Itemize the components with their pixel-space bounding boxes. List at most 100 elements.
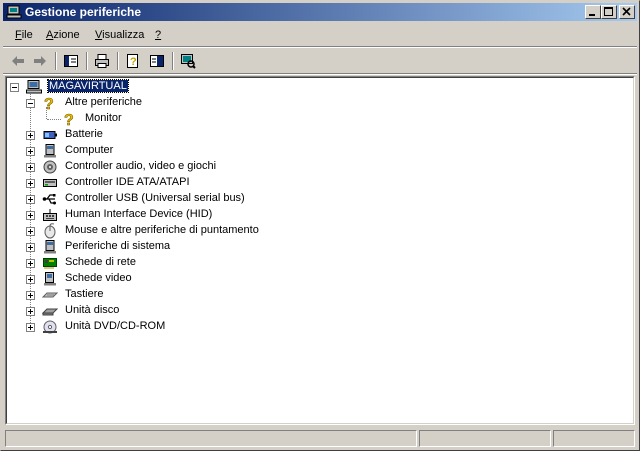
tree-device-label: Monitor [85, 112, 122, 124]
print-button[interactable] [91, 51, 113, 71]
maximize-button[interactable] [601, 5, 617, 19]
menu-file[interactable]: File [15, 29, 33, 41]
toolbar-separator [117, 52, 119, 70]
computer-icon [26, 79, 42, 95]
window-title: Gestione periferiche [25, 5, 142, 19]
maximize-icon [604, 7, 613, 16]
computer-icon [42, 143, 58, 159]
expand-icon[interactable] [26, 211, 35, 220]
cdrom-icon [42, 319, 58, 335]
tree-category-label: Altre periferiche [65, 96, 143, 108]
expand-icon[interactable] [26, 291, 35, 300]
tree-category-item[interactable]: Computer [26, 143, 386, 159]
battery-icon [42, 127, 58, 143]
speaker-icon [42, 159, 58, 175]
toolbar-separator [172, 52, 174, 70]
tree-category-item[interactable]: Unità disco [26, 303, 386, 319]
status-panel-2 [419, 430, 551, 447]
expand-icon[interactable] [26, 131, 35, 140]
tree-category-label: Controller IDE ATA/ATAPI [65, 176, 190, 188]
toolbar-divider [3, 73, 637, 75]
hid-icon [42, 207, 58, 223]
expand-icon[interactable] [26, 243, 35, 252]
show-hide-tree-icon [64, 55, 78, 67]
tree-category-item[interactable]: Human Interface Device (HID) [26, 207, 386, 223]
system-device-icon [42, 239, 58, 255]
back-arrow-icon [12, 56, 24, 66]
unknown-device-icon: ? [42, 95, 58, 114]
status-bar [3, 428, 637, 448]
scan-hardware-icon [181, 54, 196, 69]
properties-button[interactable]: ? [122, 51, 144, 71]
tree-device-monitor[interactable]: ? Monitor [58, 111, 258, 130]
menu-visualizza[interactable]: Visualizza [95, 29, 144, 41]
tree-category-item[interactable]: Schede video [26, 271, 386, 287]
minimize-button[interactable] [585, 5, 601, 19]
expand-icon[interactable] [26, 163, 35, 172]
menu-bar: File Azione Visualizza ? [3, 25, 637, 45]
tree-category-label: Tastiere [65, 288, 104, 300]
back-button[interactable] [7, 51, 29, 71]
ide-controller-icon [42, 175, 58, 191]
toolbar-separator [86, 52, 88, 70]
tree-category-label: Schede video [65, 272, 132, 284]
tree-category-item[interactable]: Batterie [26, 127, 386, 143]
mouse-icon [42, 223, 58, 239]
tree-category-item[interactable]: Schede di rete [26, 255, 386, 271]
expand-icon[interactable] [26, 227, 35, 236]
scan-hardware-button[interactable] [177, 51, 199, 71]
tree-category-altre-periferiche[interactable]: ? Altre periferiche [26, 95, 326, 114]
help-icon [150, 55, 164, 67]
svg-text:?: ? [44, 96, 54, 111]
device-tree[interactable]: MAGAVIRTUAL ? Altre periferiche ? Monito… [5, 76, 635, 425]
device-manager-icon [6, 4, 22, 20]
tree-category-item[interactable]: Tastiere [26, 287, 386, 303]
expand-icon[interactable] [26, 275, 35, 284]
tree-root[interactable]: MAGAVIRTUAL [10, 79, 310, 95]
tree-category-item[interactable]: Controller USB (Universal serial bus) [26, 191, 386, 207]
tree-category-label: Batterie [65, 128, 103, 140]
tree-category-item[interactable]: Controller audio, video e giochi [26, 159, 386, 175]
tree-category-label: Controller audio, video e giochi [65, 160, 217, 172]
display-adapter-icon [42, 271, 58, 287]
expand-icon[interactable] [26, 323, 35, 332]
expand-icon[interactable] [26, 259, 35, 268]
tree-category-item[interactable]: Periferiche di sistema [26, 239, 386, 255]
disk-drive-icon [41, 303, 59, 319]
close-icon [622, 7, 631, 16]
keyboard-icon [41, 287, 59, 303]
tree-root-label: MAGAVIRTUAL [47, 79, 129, 93]
network-card-icon [42, 255, 58, 271]
tree-category-item[interactable]: Mouse e altre periferiche di puntamento [26, 223, 386, 239]
print-icon [95, 54, 109, 68]
help-button[interactable] [146, 51, 168, 71]
title-bar[interactable]: Gestione periferiche [3, 3, 637, 21]
tree-category-label: Human Interface Device (HID) [65, 208, 213, 220]
expand-icon[interactable] [26, 147, 35, 156]
show-hide-tree-button[interactable] [60, 51, 82, 71]
tree-category-item[interactable]: Controller IDE ATA/ATAPI [26, 175, 386, 191]
status-panel-3 [553, 430, 635, 447]
menu-help[interactable]: ? [155, 29, 161, 41]
tree-category-item[interactable]: Unità DVD/CD-ROM [26, 319, 386, 335]
tree-category-label: Controller USB (Universal serial bus) [65, 192, 245, 204]
expand-icon[interactable] [26, 179, 35, 188]
toolbar: ? [3, 48, 637, 74]
expand-icon[interactable] [26, 307, 35, 316]
properties-icon: ? [127, 54, 138, 68]
collapse-icon[interactable] [26, 99, 35, 108]
menu-azione[interactable]: Azione [46, 29, 80, 41]
tree-category-label: Computer [65, 144, 114, 156]
tree-category-label: Unità disco [65, 304, 120, 316]
tree-category-label: Periferiche di sistema [65, 240, 171, 252]
collapse-icon[interactable] [10, 83, 19, 92]
close-button[interactable] [619, 5, 635, 19]
toolbar-separator [55, 52, 57, 70]
device-manager-window: Gestione periferiche File Azione Visuali… [0, 0, 640, 451]
svg-text:?: ? [64, 112, 74, 127]
minimize-icon [589, 14, 595, 16]
forward-button[interactable] [29, 51, 51, 71]
tree-category-label: Unità DVD/CD-ROM [65, 320, 166, 332]
expand-icon[interactable] [26, 195, 35, 204]
usb-icon [42, 191, 58, 207]
